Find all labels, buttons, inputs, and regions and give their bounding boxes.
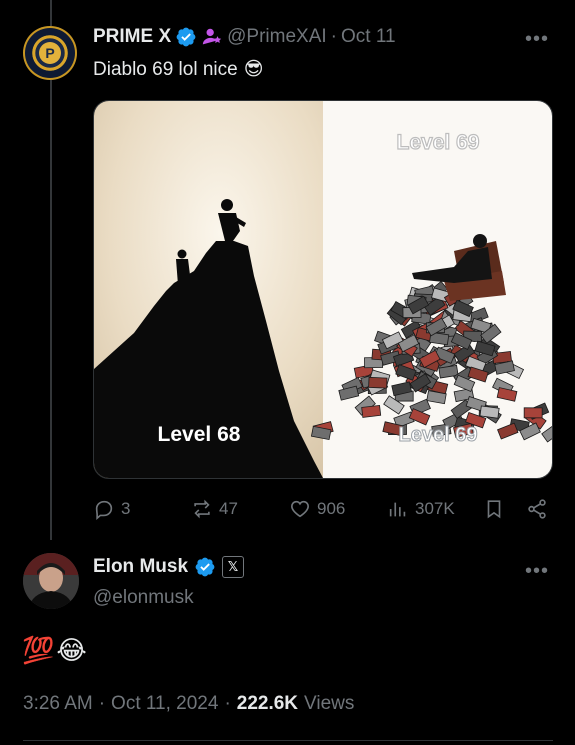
verified-icon	[195, 557, 215, 577]
money-bundle	[479, 405, 500, 419]
post-header: Elon Musk 𝕏	[93, 556, 245, 578]
like-count: 906	[317, 499, 346, 518]
author-handle[interactable]: @elonmusk	[93, 587, 194, 609]
repost-count: 47	[219, 499, 238, 518]
heart-icon	[291, 500, 309, 518]
verified-icon	[176, 27, 196, 47]
right-bottom-caption: Level 69	[399, 424, 478, 446]
post-text: 💯 😂	[22, 635, 87, 666]
more-options-icon[interactable]: •••	[525, 560, 549, 583]
like-button[interactable]: 906	[289, 498, 345, 520]
person-star-icon	[202, 28, 222, 45]
analytics-icon	[389, 502, 406, 517]
post-text-body: Diablo 69 lol nice	[93, 58, 238, 80]
reply-button[interactable]: 3	[93, 498, 130, 520]
reply-icon	[95, 500, 113, 520]
right-top-caption: Level 69	[397, 131, 480, 154]
sunglasses-emoji: 😎	[243, 59, 264, 80]
post-text: Diablo 69 lol nice 😎	[93, 58, 264, 81]
money-bundle	[361, 404, 382, 418]
share-icon	[528, 499, 546, 519]
action-bar: 3 47 906 307K	[93, 496, 553, 524]
hundred-emoji: 💯	[22, 635, 55, 665]
avatar[interactable]	[23, 553, 79, 609]
laughing-emoji: 😂	[56, 635, 87, 665]
bookmark-button[interactable]	[483, 498, 505, 520]
views-label: Views	[304, 693, 355, 714]
bookmark-icon	[487, 500, 501, 519]
divider	[23, 740, 553, 741]
x-affiliate-badge-icon[interactable]: 𝕏	[222, 556, 245, 578]
post-image[interactable]: Level 68 Level 69 Level 69	[93, 100, 553, 479]
money-bundle	[523, 407, 543, 419]
share-button[interactable]	[526, 498, 548, 520]
dot-separator: ·	[224, 693, 231, 714]
post-meta: 3:26 AM · Oct 11, 2024 · 222.6K Views	[23, 693, 354, 715]
post-date[interactable]: Oct 11	[341, 26, 396, 48]
prime-coin-icon: P	[39, 42, 61, 64]
thread-line-top	[50, 0, 52, 26]
author-handle[interactable]: @PrimeXAI	[227, 26, 327, 48]
dot-separator: ·	[330, 26, 337, 47]
more-options-icon[interactable]: •••	[525, 28, 549, 51]
dot-separator: ·	[98, 693, 106, 714]
views-button[interactable]: 307K	[387, 498, 455, 520]
post-date[interactable]: Oct 11, 2024	[111, 693, 218, 715]
views-count: 307K	[415, 499, 455, 518]
author-name[interactable]: PRIME X	[93, 26, 171, 48]
thread-line	[50, 78, 52, 540]
left-caption: Level 68	[158, 423, 241, 446]
post-header: PRIME X @PrimeXAI · Oct 11	[93, 26, 396, 48]
repost-button[interactable]: 47	[191, 498, 238, 520]
profile-photo	[23, 553, 79, 609]
repost-icon	[194, 499, 210, 519]
author-name[interactable]: Elon Musk	[93, 556, 188, 578]
post-time[interactable]: 3:26 AM	[23, 693, 93, 715]
money-bundle	[368, 376, 388, 389]
reply-count: 3	[121, 499, 131, 518]
views-count: 222.6K	[236, 693, 299, 714]
avatar[interactable]: P	[23, 26, 77, 80]
